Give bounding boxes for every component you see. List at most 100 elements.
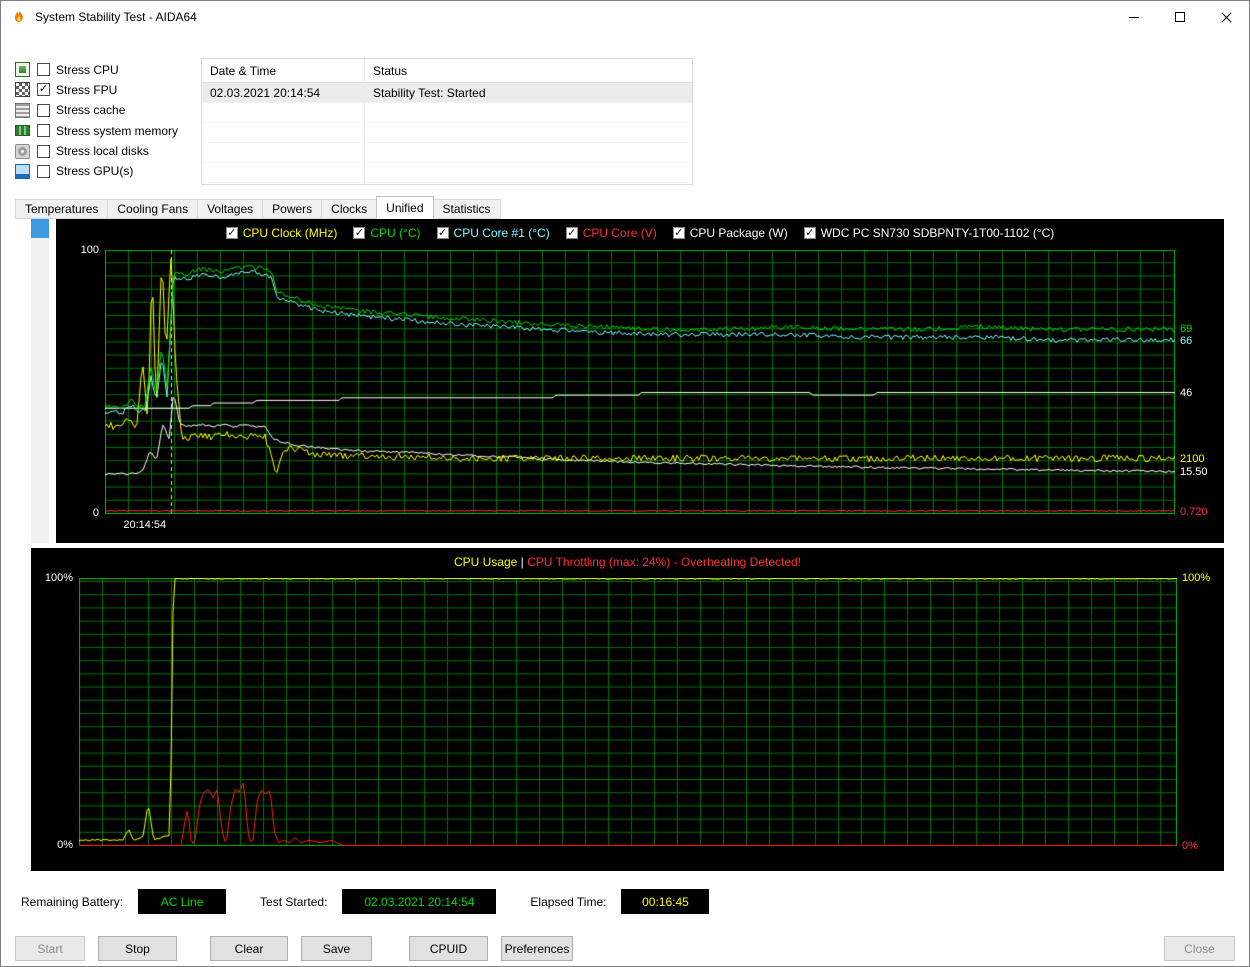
legend-checkbox[interactable]: ✓ (672, 227, 685, 239)
stress-option-stress-system-memory[interactable]: Stress system memory (15, 121, 201, 140)
log-table-body: 02.03.2021 20:14:54 Stability Test: Start… (202, 83, 692, 183)
test-started-label: Test Started: (260, 894, 328, 909)
log-row[interactable]: 02.03.2021 20:14:54 Stability Test: Start… (202, 83, 692, 103)
chart-value-label: 66 (1180, 335, 1193, 348)
chart-value-label: 0.720 (1180, 505, 1208, 518)
tab-statistics[interactable]: Statistics (432, 199, 501, 219)
log-column-status: Status (373, 63, 408, 78)
event-log-table[interactable]: Date & Time Status 02.03.2021 20:14:54 Sta… (201, 58, 693, 185)
window-controls (1111, 1, 1249, 33)
maximize-button[interactable] (1157, 1, 1203, 33)
legend-cpu-core-1-c[interactable]: ✓ CPU Core #1 (°C) (436, 226, 550, 240)
start-button[interactable]: Start (15, 936, 85, 961)
cache-icon (15, 102, 30, 118)
stress-local-disks-label: Stress local disks (56, 144, 149, 159)
chart-value-label: 0% (1182, 840, 1198, 852)
tab-powers[interactable]: Powers (262, 199, 323, 219)
stress-system-memory-checkbox[interactable] (37, 124, 50, 138)
legend-checkbox[interactable]: ✓ (436, 227, 449, 239)
legend-cpu-package-w[interactable]: ✓ CPU Package (W) (672, 226, 788, 240)
y-axis-max-label: 100 (80, 244, 99, 256)
legend-cpu-core-v[interactable]: ✓ CPU Core (V) (565, 226, 657, 240)
chart-value-label: 69 (1180, 323, 1193, 336)
chart-plot-area (79, 578, 1177, 846)
stress-fpu-checkbox[interactable]: ✓ (37, 83, 50, 97)
legend-cpu-c[interactable]: ✓ CPU (°C) (353, 226, 421, 240)
legend-label: CPU (°C) (370, 226, 421, 240)
chart-title-part: | (517, 555, 528, 569)
cpu-icon (15, 62, 30, 77)
stress-cache-checkbox[interactable] (37, 103, 50, 117)
tab-clocks[interactable]: Clocks (321, 199, 378, 219)
stress-local-disks-checkbox[interactable] (37, 144, 50, 158)
legend-cpu-clock-mhz[interactable]: ✓ CPU Clock (MHz) (225, 226, 337, 240)
chart-title-part: CPU Usage (453, 555, 518, 569)
stress-options-panel: Stress CPU ✓ Stress FPU Stress cache Stress … (15, 58, 201, 185)
tab-temperatures[interactable]: Temperatures (15, 199, 109, 219)
legend-label: WDC PC SN730 SDBPNTY-1T00-1102 (°C) (820, 226, 1055, 240)
log-row-empty (202, 143, 692, 163)
fpu-icon (15, 82, 30, 98)
elapsed-time-value: 00:16:45 (642, 894, 689, 909)
remaining-battery-label: Remaining Battery: (21, 894, 124, 909)
stress-cpu-checkbox[interactable] (37, 63, 50, 76)
log-table-header: Date & Time Status (202, 59, 692, 83)
vertical-scrollbar[interactable] (31, 219, 49, 543)
maximize-icon (1175, 12, 1185, 22)
y-axis-min-label: 0 (92, 507, 99, 519)
close-button[interactable] (1203, 1, 1249, 33)
stress-option-stress-gpu-s[interactable]: Stress GPU(s) (15, 162, 201, 181)
x-axis-time-label: 20:14:54 (123, 519, 167, 531)
legend-checkbox[interactable]: ✓ (353, 227, 366, 239)
window-title: System Stability Test - AIDA64 (35, 10, 197, 24)
stress-option-stress-cache[interactable]: Stress cache (15, 101, 201, 120)
stress-option-stress-local-disks[interactable]: Stress local disks (15, 142, 201, 161)
chart-value-label: 100% (1182, 572, 1211, 584)
legend-checkbox[interactable]: ✓ (803, 227, 816, 239)
stress-cache-label: Stress cache (56, 103, 126, 118)
stress-gpu-s-checkbox[interactable] (37, 164, 50, 178)
stress-option-stress-cpu[interactable]: Stress CPU (15, 60, 201, 79)
log-cell-datetime: 02.03.2021 20:14:54 (202, 83, 365, 102)
titlebar[interactable]: System Stability Test - AIDA64 (1, 1, 1249, 33)
minimize-icon (1129, 16, 1139, 18)
disk-icon (15, 143, 30, 159)
stress-option-stress-fpu[interactable]: ✓ Stress FPU (15, 80, 201, 99)
action-buttons: Start Stop Clear Save CPUID Preferences Close (15, 936, 1235, 961)
close-button[interactable]: Close (1164, 936, 1235, 961)
log-row-empty (202, 103, 692, 123)
legend-label: CPU Core (V) (582, 226, 657, 240)
log-row-empty (202, 123, 692, 143)
memory-icon (15, 125, 30, 137)
log-row-empty (202, 163, 692, 183)
tab-cooling-fans[interactable]: Cooling Fans (107, 199, 199, 219)
save-button[interactable]: Save (301, 936, 372, 961)
log-cell-status: Stability Test: Started (373, 85, 486, 100)
battery-status-box: AC Line (138, 889, 227, 914)
chart-title-part: CPU Throttling (max: 24%) - Overheating … (527, 555, 802, 569)
close-icon (1221, 12, 1232, 23)
chart-value-label: 2100 (1180, 452, 1205, 465)
test-setup-row: Stress CPU ✓ Stress FPU Stress cache Stress … (15, 58, 1249, 185)
tab-unified[interactable]: Unified (376, 196, 434, 219)
status-bar: Remaining Battery: AC Line Test Started:… (21, 889, 1249, 914)
stop-button[interactable]: Stop (98, 936, 177, 961)
clear-button[interactable]: Clear (210, 936, 288, 961)
legend-wdc-pc-sn730-sdbpnty-1t00-1102-c[interactable]: ✓ WDC PC SN730 SDBPNTY-1T00-1102 (°C) (803, 226, 1055, 240)
stress-gpu-s-label: Stress GPU(s) (56, 164, 134, 179)
chart-plot-area (105, 250, 1175, 514)
battery-status-value: AC Line (160, 894, 204, 909)
preferences-button[interactable]: Preferences (501, 936, 573, 961)
legend-checkbox[interactable]: ✓ (225, 227, 238, 239)
tab-voltages[interactable]: Voltages (197, 199, 264, 219)
cpuid-button[interactable]: CPUID (409, 936, 488, 961)
stress-fpu-label: Stress FPU (56, 82, 118, 97)
scrollbar-thumb[interactable] (31, 219, 49, 238)
stress-system-memory-label: Stress system memory (56, 123, 179, 138)
unified-sensor-chart: ✓ CPU Clock (MHz) ✓ CPU (°C) ✓ CPU Core #1 (°… (56, 219, 1224, 543)
legend-checkbox[interactable]: ✓ (565, 227, 578, 239)
cpu-usage-chart: CPU Usage | CPU Throttling (max: 24%) - … (31, 548, 1224, 871)
test-started-value: 02.03.2021 20:14:54 (364, 894, 475, 909)
minimize-button[interactable] (1111, 1, 1157, 33)
chart-legend: ✓ CPU Clock (MHz) ✓ CPU (°C) ✓ CPU Core #1 (°… (56, 226, 1224, 240)
